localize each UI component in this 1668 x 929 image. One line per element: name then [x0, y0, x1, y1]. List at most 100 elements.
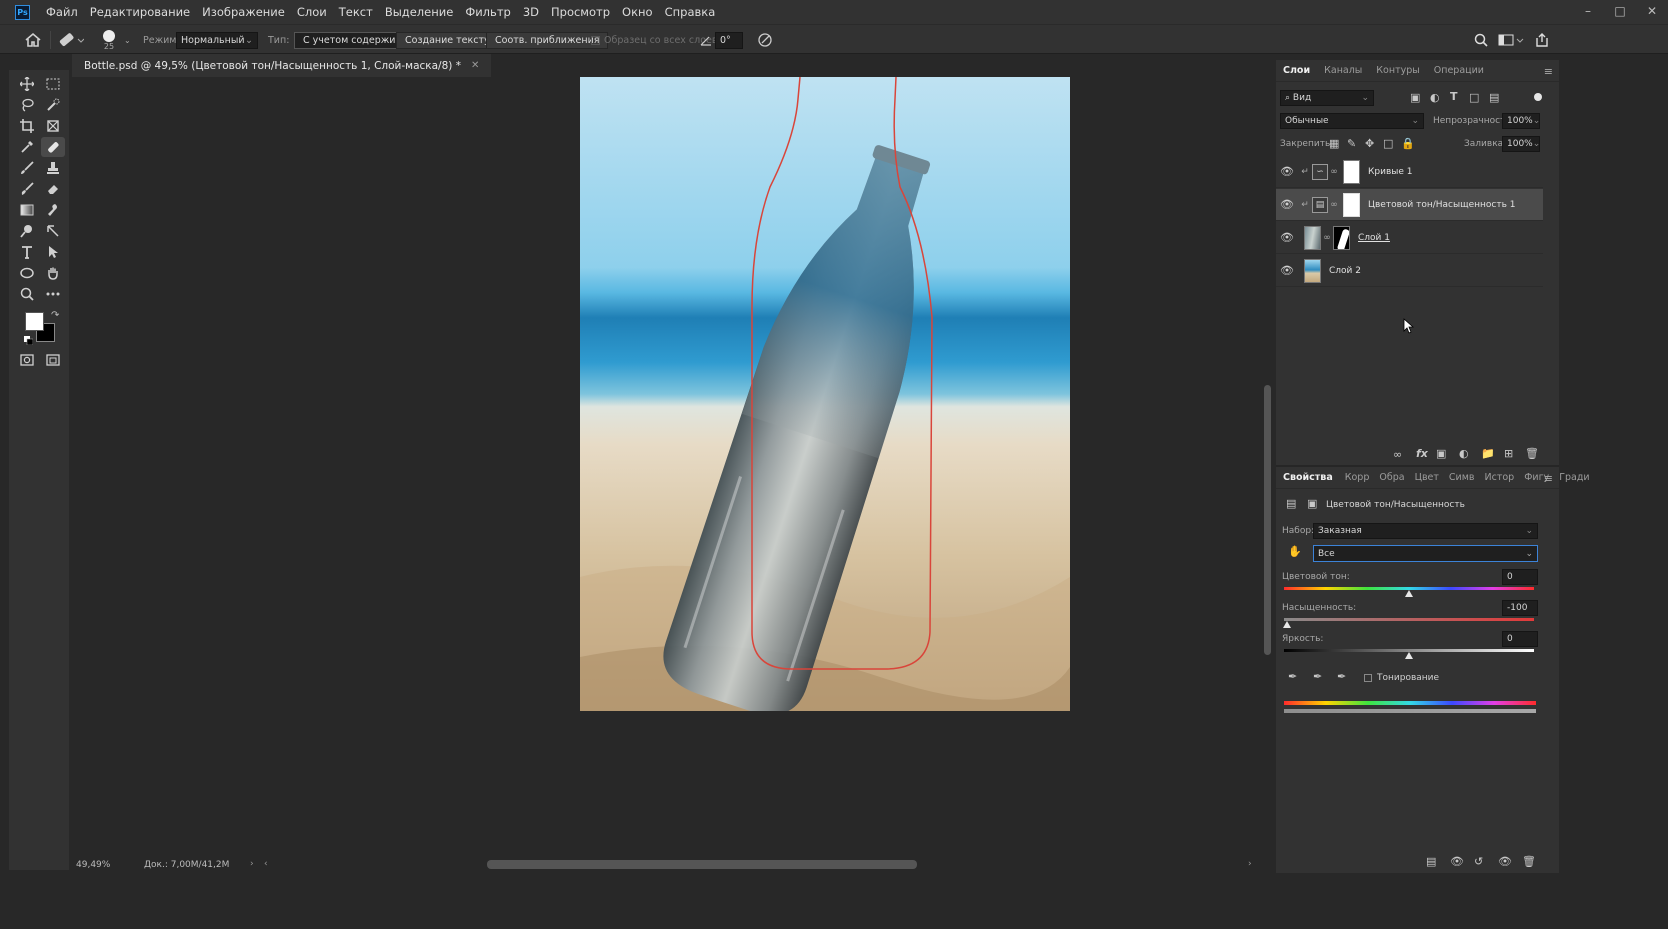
eye-icon[interactable]: 👁	[1276, 165, 1298, 178]
search-icon[interactable]	[1474, 25, 1488, 55]
screen-mode-icon[interactable]	[41, 350, 65, 370]
workspace-icon[interactable]	[1498, 25, 1524, 55]
filter-shape-icon[interactable]: □	[1469, 91, 1479, 104]
more-tools-icon[interactable]	[41, 284, 65, 304]
tab-adjustments[interactable]: Корр	[1340, 467, 1375, 489]
path-selection-tool-icon[interactable]	[41, 242, 65, 262]
opacity-input[interactable]: 100% ⌄	[1502, 113, 1540, 129]
marquee-tool-icon[interactable]	[41, 74, 65, 94]
channel-select[interactable]: Все ⌄	[1313, 545, 1538, 562]
menu-help[interactable]: Справка	[659, 0, 722, 24]
minimize-icon[interactable]: –	[1572, 0, 1604, 22]
close-icon[interactable]: ✕	[1636, 0, 1668, 22]
hue-slider-knob[interactable]	[1405, 590, 1413, 597]
layer-row-hue-saturation[interactable]: 👁 ↵ ▤ ∞ Цветовой тон/Насыщенность 1	[1276, 189, 1543, 221]
link-layers-icon[interactable]: ∞	[1393, 448, 1402, 461]
brush-tool-icon[interactable]	[15, 158, 39, 178]
vertical-scrollbar[interactable]	[1262, 77, 1273, 859]
crop-tool-icon[interactable]	[15, 116, 39, 136]
smudge-tool-icon[interactable]	[41, 200, 65, 220]
menu-text[interactable]: Текст	[333, 0, 379, 24]
eraser-tool-icon[interactable]	[41, 179, 65, 199]
swap-colors-icon[interactable]: ↷	[51, 310, 59, 321]
blend-mode-select[interactable]: Обычные ⌄	[1280, 113, 1424, 129]
layer-row-layer-1[interactable]: 👁 ∞ Слой 1	[1276, 222, 1543, 254]
new-adjustment-icon[interactable]: ◐	[1459, 447, 1469, 460]
lightness-slider-knob[interactable]	[1405, 652, 1413, 659]
zoom-level[interactable]: 49,49%	[76, 860, 110, 870]
layers-panel-menu-icon[interactable]: ≡	[1544, 65, 1553, 78]
scroll-right-icon[interactable]: ›	[1248, 859, 1252, 869]
layer-mask-thumbnail[interactable]	[1343, 159, 1360, 184]
menu-view[interactable]: Просмотр	[545, 0, 616, 24]
tab-properties[interactable]: Свойства	[1276, 467, 1340, 489]
menu-image[interactable]: Изображение	[196, 0, 291, 24]
scroll-left-icon[interactable]: ‹	[264, 859, 268, 869]
filter-pixel-icon[interactable]: ▣	[1410, 91, 1420, 104]
saturation-slider-knob[interactable]	[1283, 621, 1291, 628]
colorize-checkbox[interactable]	[1364, 674, 1372, 682]
history-brush-tool-icon[interactable]	[15, 179, 39, 199]
layer-row-layer-2[interactable]: 👁 Слой 2	[1276, 255, 1543, 287]
tab-channels[interactable]: Каналы	[1317, 60, 1369, 82]
foreground-color-swatch[interactable]	[25, 312, 44, 331]
clone-stamp-tool-icon[interactable]	[41, 158, 65, 178]
link-icon[interactable]: ∞	[1328, 200, 1340, 210]
pen-tool-icon[interactable]	[41, 221, 65, 241]
document-image[interactable]	[580, 77, 1070, 711]
eye-icon[interactable]: 👁	[1276, 198, 1298, 211]
lock-artboard-icon[interactable]: □	[1383, 137, 1393, 150]
menu-layers[interactable]: Слои	[291, 0, 333, 24]
menu-3d[interactable]: 3D	[517, 0, 545, 24]
healing-brush-tool-icon[interactable]	[41, 137, 65, 157]
eyedropper-icon[interactable]: ✒	[1288, 670, 1297, 683]
lock-position-icon[interactable]: ✥	[1365, 137, 1374, 150]
mode-select[interactable]: Нормальный ⌄	[176, 31, 258, 49]
tab-character[interactable]: Симв	[1444, 467, 1480, 489]
ellipse-tool-icon[interactable]	[15, 263, 39, 283]
new-layer-icon[interactable]: ⊞	[1504, 447, 1513, 460]
trash-icon[interactable]: 🗑	[1525, 447, 1539, 460]
filter-toggle-icon[interactable]	[1534, 93, 1542, 101]
tab-paths[interactable]: Контуры	[1369, 60, 1426, 82]
angle-input[interactable]: 0°	[715, 31, 743, 49]
horizontal-scroll-thumb[interactable]	[487, 860, 917, 869]
quick-selection-tool-icon[interactable]	[41, 95, 65, 115]
tab-color[interactable]: Цвет	[1410, 467, 1444, 489]
delete-adjustment-icon[interactable]: 🗑	[1522, 855, 1536, 868]
tab-gradients[interactable]: Гради	[1554, 467, 1594, 489]
vertical-scroll-thumb[interactable]	[1264, 385, 1271, 655]
chevron-down-icon[interactable]: ⌄	[124, 25, 131, 55]
filter-smart-object-icon[interactable]: ▤	[1489, 91, 1499, 104]
maximize-icon[interactable]: □	[1604, 0, 1636, 22]
hue-saturation-icon[interactable]: ▤	[1286, 497, 1296, 510]
layer-mask-thumbnail[interactable]	[1333, 225, 1350, 250]
lasso-tool-icon[interactable]	[15, 95, 39, 115]
tab-samples[interactable]: Обра	[1374, 467, 1409, 489]
type-tool-icon[interactable]	[15, 242, 39, 262]
move-tool-icon[interactable]	[15, 74, 39, 94]
layer-mask-thumbnail[interactable]	[1343, 192, 1360, 217]
eye-icon[interactable]: 👁	[1276, 264, 1298, 277]
saturation-slider-track[interactable]	[1284, 618, 1534, 621]
status-menu-arrow-icon[interactable]: ›	[250, 859, 254, 869]
dodge-tool-icon[interactable]	[15, 221, 39, 241]
menu-select[interactable]: Выделение	[379, 0, 460, 24]
view-previous-state-icon[interactable]: 👁	[1450, 855, 1464, 868]
eyedropper-subtract-icon[interactable]: ✒	[1337, 670, 1346, 683]
share-icon[interactable]	[1535, 25, 1549, 55]
layer-row-curves[interactable]: 👁 ↵ ∽ ∞ Кривые 1	[1276, 156, 1543, 188]
lock-all-icon[interactable]: 🔒	[1401, 137, 1415, 150]
mask-properties-icon[interactable]: ▣	[1307, 497, 1317, 510]
fx-icon[interactable]: fx	[1416, 447, 1428, 460]
link-icon[interactable]: ∞	[1321, 233, 1333, 243]
eyedropper-tool-icon[interactable]	[15, 137, 39, 157]
menu-edit[interactable]: Редактирование	[84, 0, 196, 24]
layer-thumbnail[interactable]	[1304, 225, 1321, 250]
tab-layers[interactable]: Слои	[1276, 60, 1317, 82]
gradient-tool-icon[interactable]	[15, 200, 39, 220]
lock-image-icon[interactable]: ✎	[1347, 137, 1356, 150]
quick-mask-icon[interactable]	[15, 350, 39, 370]
preset-select[interactable]: Заказная ⌄	[1313, 523, 1538, 539]
on-image-adjust-hand-icon[interactable]: ✋	[1288, 545, 1302, 558]
